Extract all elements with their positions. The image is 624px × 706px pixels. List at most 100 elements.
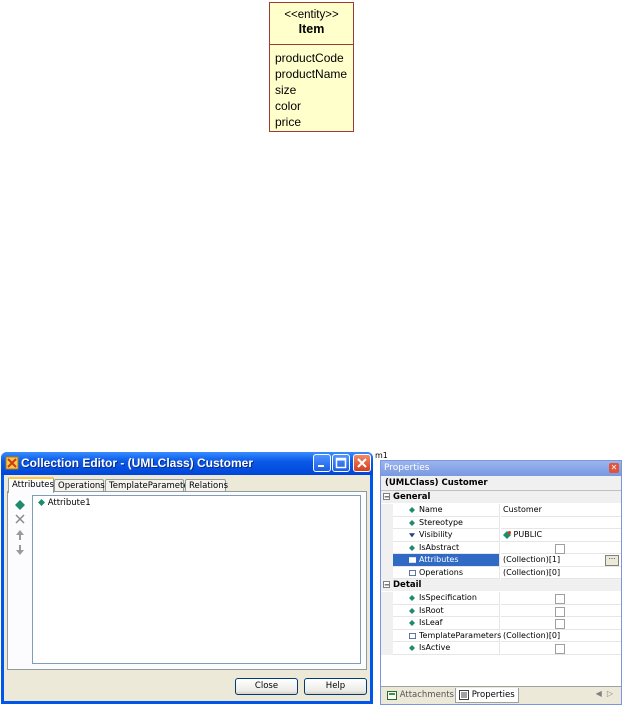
property-row-name[interactable]: Name Customer <box>381 504 621 517</box>
background-label: m1 <box>375 451 388 460</box>
property-value[interactable] <box>501 517 621 529</box>
selected-object: (UMLClass) Customer <box>381 476 621 491</box>
property-name-text: Visibility <box>419 530 453 539</box>
tab-properties[interactable]: Properties <box>455 688 519 703</box>
attribute-icon <box>38 499 45 506</box>
property-value[interactable]: Customer <box>501 504 621 517</box>
property-name: Attributes <box>393 554 500 567</box>
window-title-bar[interactable]: Collection Editor - (UMLClass) Customer <box>1 452 373 475</box>
uml-entity-header: <<entity>> Item <box>270 3 353 45</box>
property-name: IsRoot <box>393 604 500 617</box>
property-value[interactable]: (Collection)[0] <box>501 567 621 579</box>
isleaf-checkbox[interactable] <box>555 619 565 629</box>
app-icon <box>5 456 19 470</box>
property-row-stereotype[interactable]: Stereotype <box>381 516 621 529</box>
isroot-checkbox[interactable] <box>555 606 565 617</box>
close-button[interactable]: Close <box>235 678 298 695</box>
attributes-value: (Collection)[1] <box>503 555 561 564</box>
diamond-icon <box>409 544 415 551</box>
tab-attachments[interactable]: Attachments <box>387 688 454 702</box>
property-value[interactable] <box>501 617 621 630</box>
property-row-isspecification[interactable]: IsSpecification <box>381 592 621 605</box>
property-value[interactable] <box>501 642 621 655</box>
property-value[interactable] <box>501 605 621 617</box>
property-name: IsSpecification <box>393 592 500 605</box>
tab-scroll-arrows[interactable]: ◀ ▷ <box>596 689 613 698</box>
uml-attribute-list: productCode productName size color price <box>270 45 353 130</box>
uml-attribute[interactable]: size <box>275 82 353 98</box>
category-general[interactable]: − General <box>381 491 621 503</box>
dropdown-arrow-icon <box>409 533 415 538</box>
uml-attribute[interactable]: price <box>275 114 353 130</box>
property-row-attributes[interactable]: Attributes (Collection)[1] ··· <box>381 554 621 567</box>
property-name-text: Operations <box>419 567 463 577</box>
uml-entity-item[interactable]: <<entity>> Item productCode productName … <box>269 2 354 132</box>
uml-entity-name: Item <box>298 22 325 36</box>
collection-icon <box>409 632 416 639</box>
property-value[interactable]: (Collection)[1] ··· <box>501 554 621 567</box>
attachments-icon <box>387 690 397 700</box>
close-panel-button[interactable]: ✕ <box>609 463 619 473</box>
property-name-text: Name <box>419 505 443 514</box>
property-name-text: IsSpecification <box>419 593 477 602</box>
maximize-button[interactable] <box>332 454 350 472</box>
collection-icon <box>409 569 416 576</box>
property-value[interactable]: PUBLIC <box>501 529 621 542</box>
property-value[interactable] <box>501 542 621 554</box>
attribute-list[interactable]: Attribute1 <box>32 495 361 664</box>
chevron-left-icon[interactable]: ◀ <box>596 689 602 698</box>
collection-editor-window: Collection Editor - (UMLClass) Customer … <box>1 452 373 704</box>
help-button[interactable]: Help <box>304 678 367 695</box>
property-row-visibility[interactable]: Visibility PUBLIC <box>381 529 621 542</box>
isactive-checkbox[interactable] <box>555 644 565 654</box>
move-down-icon[interactable] <box>15 545 25 555</box>
category-label: General <box>393 492 431 502</box>
diamond-icon <box>409 620 415 626</box>
chevron-right-icon[interactable]: ▷ <box>607 689 613 698</box>
uml-attribute[interactable]: productCode <box>275 50 353 66</box>
property-name: IsLeaf <box>393 617 500 630</box>
properties-title-bar: Properties ✕ <box>381 461 621 476</box>
isspecification-checkbox[interactable] <box>555 594 565 604</box>
public-visibility-icon <box>503 530 511 539</box>
properties-title: Properties <box>384 463 430 473</box>
tab-label: Attachments <box>399 690 454 700</box>
property-row-isabstract[interactable]: IsAbstract <box>381 541 621 554</box>
diamond-icon <box>409 645 415 651</box>
ellipsis-button[interactable]: ··· <box>605 555 619 566</box>
diamond-icon <box>409 595 415 601</box>
property-row-isactive[interactable]: IsActive <box>381 642 621 655</box>
property-value[interactable] <box>501 592 621 605</box>
property-name-text: Attributes <box>419 555 459 564</box>
delete-icon[interactable] <box>15 514 25 524</box>
tab-attributes[interactable]: Attributes <box>8 477 54 493</box>
close-icon <box>357 458 367 468</box>
uml-attribute[interactable]: color <box>275 98 353 114</box>
row-gutter <box>381 529 393 542</box>
category-label: Detail <box>393 580 422 590</box>
property-name-text: TemplateParameters <box>419 630 502 640</box>
row-gutter <box>381 617 393 630</box>
move-up-icon[interactable] <box>15 530 25 540</box>
row-gutter <box>381 554 393 567</box>
collapse-icon[interactable]: − <box>383 581 390 589</box>
row-gutter <box>381 566 393 579</box>
isabstract-checkbox[interactable] <box>555 543 565 554</box>
property-row-templateparameters[interactable]: TemplateParameters (Collection)[0] <box>381 629 621 642</box>
minimize-button[interactable] <box>313 454 331 472</box>
collapse-icon[interactable]: − <box>383 493 390 501</box>
property-name-text: IsLeaf <box>419 618 443 627</box>
uml-attribute[interactable]: productName <box>275 66 353 82</box>
property-value[interactable]: (Collection)[0] <box>501 630 621 642</box>
window-client: Attributes Operations TemplateParameters… <box>4 475 370 701</box>
diamond-icon <box>409 519 415 526</box>
property-row-isroot[interactable]: IsRoot <box>381 604 621 617</box>
property-row-isleaf[interactable]: IsLeaf <box>381 617 621 630</box>
property-name: IsActive <box>393 642 500 655</box>
category-detail[interactable]: − Detail <box>381 579 621 591</box>
close-window-button[interactable] <box>353 454 371 472</box>
property-row-operations[interactable]: Operations (Collection)[0] <box>381 566 621 579</box>
list-item[interactable]: Attribute1 <box>38 498 91 508</box>
minimize-icon <box>318 465 324 467</box>
add-icon[interactable] <box>15 500 25 510</box>
